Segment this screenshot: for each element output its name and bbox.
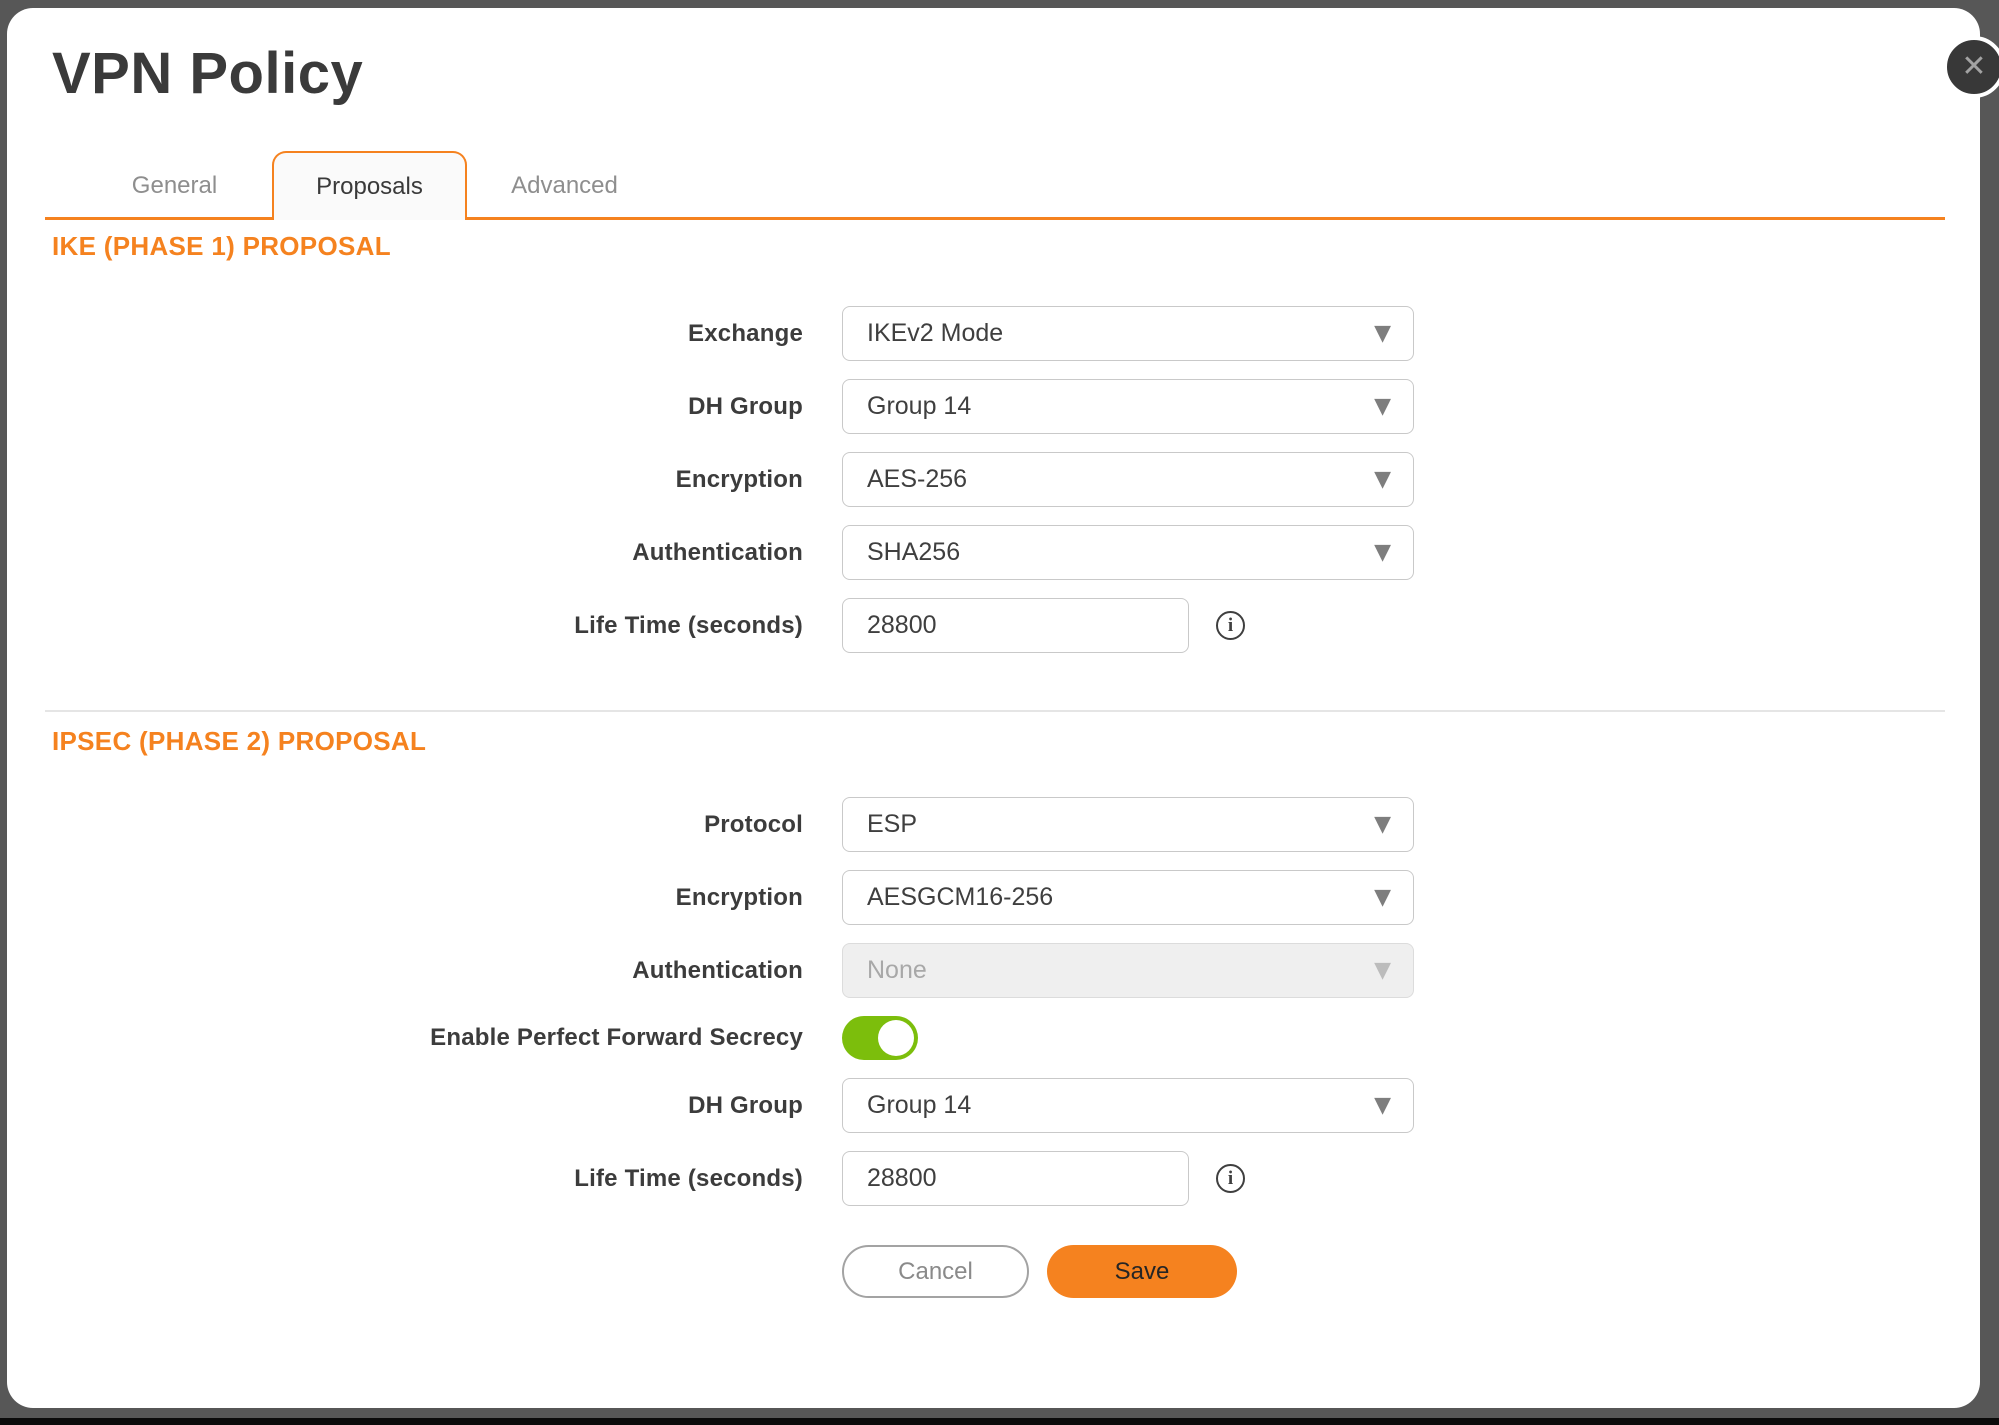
section-heading-ipsec-phase2: IPSEC (PHASE 2) PROPOSAL (45, 728, 1945, 754)
dropdown-value: AESGCM16-256 (867, 883, 1053, 912)
info-icon-glyph: i (1228, 1168, 1233, 1190)
tab-advanced-label: Advanced (511, 172, 618, 200)
encryption-dropdown[interactable]: AES-256 ▼ (842, 452, 1414, 507)
dropdown-value: IKEv2 Mode (867, 319, 1003, 348)
dropdown-value: Group 14 (867, 1091, 971, 1120)
form-row-dh-group-phase2: DH Group Group 14 ▼ (45, 1078, 1945, 1133)
pfs-toggle[interactable] (842, 1016, 918, 1060)
row-label: Life Time (seconds) (45, 612, 803, 640)
tab-advanced[interactable]: Advanced (467, 151, 662, 220)
cancel-button[interactable]: Cancel (842, 1245, 1029, 1298)
form-row-encryption: Encryption AES-256 ▼ (45, 452, 1945, 507)
footer: Cancel Save (842, 1245, 1945, 1298)
dh-group-dropdown[interactable]: Group 14 ▼ (842, 379, 1414, 434)
form-row-life-time-phase2: Life Time (seconds) i (45, 1151, 1945, 1206)
row-label: Life Time (seconds) (45, 1165, 803, 1193)
tab-general[interactable]: General (77, 151, 272, 220)
row-label: Encryption (45, 466, 803, 494)
chevron-down-icon: ▼ (1374, 812, 1391, 837)
dropdown-value: Group 14 (867, 392, 971, 421)
chevron-down-icon: ▼ (1374, 958, 1391, 983)
row-label: Encryption (45, 884, 803, 912)
row-label: DH Group (45, 393, 803, 421)
life-time-input-phase2[interactable] (842, 1151, 1189, 1206)
exchange-dropdown[interactable]: IKEv2 Mode ▼ (842, 306, 1414, 361)
tab-proposals[interactable]: Proposals (272, 151, 467, 220)
close-button[interactable]: ✕ (1943, 36, 1999, 98)
chevron-down-icon: ▼ (1374, 394, 1391, 419)
row-label: DH Group (45, 1092, 803, 1120)
tab-bar: General Proposals Advanced (45, 151, 1945, 220)
page-title: VPN Policy (45, 8, 1945, 106)
form-row-protocol: Protocol ESP ▼ (45, 797, 1945, 852)
dh-group-dropdown-phase2[interactable]: Group 14 ▼ (842, 1078, 1414, 1133)
row-label: Enable Perfect Forward Secrecy (45, 1024, 803, 1052)
chevron-down-icon: ▼ (1374, 1093, 1391, 1118)
chevron-down-icon: ▼ (1374, 885, 1391, 910)
tab-general-label: General (132, 172, 217, 200)
form-row-pfs: Enable Perfect Forward Secrecy (45, 1016, 1945, 1060)
form-row-authentication-phase2: Authentication None ▼ (45, 943, 1945, 998)
section-heading-ike-phase1: IKE (PHASE 1) PROPOSAL (45, 233, 1945, 259)
row-label: Authentication (45, 539, 803, 567)
protocol-dropdown[interactable]: ESP ▼ (842, 797, 1414, 852)
encryption-dropdown-phase2[interactable]: AESGCM16-256 ▼ (842, 870, 1414, 925)
form-row-authentication: Authentication SHA256 ▼ (45, 525, 1945, 580)
section-divider (45, 710, 1945, 712)
chevron-down-icon: ▼ (1374, 321, 1391, 346)
form-row-encryption-phase2: Encryption AESGCM16-256 ▼ (45, 870, 1945, 925)
form-row-dh-group: DH Group Group 14 ▼ (45, 379, 1945, 434)
authentication-dropdown-phase2: None ▼ (842, 943, 1414, 998)
chevron-down-icon: ▼ (1374, 540, 1391, 565)
info-icon-glyph: i (1228, 615, 1233, 637)
info-icon[interactable]: i (1216, 1164, 1245, 1193)
vpn-policy-dialog: ✕ VPN Policy General Proposals Advanced … (7, 8, 1980, 1408)
authentication-dropdown[interactable]: SHA256 ▼ (842, 525, 1414, 580)
form-row-life-time: Life Time (seconds) i (45, 598, 1945, 653)
row-label: Protocol (45, 811, 803, 839)
save-button[interactable]: Save (1047, 1245, 1237, 1298)
tab-proposals-label: Proposals (316, 173, 423, 201)
toggle-knob (878, 1020, 914, 1056)
dropdown-value: SHA256 (867, 538, 960, 567)
life-time-input[interactable] (842, 598, 1189, 653)
dropdown-value: ESP (867, 810, 917, 839)
form-row-exchange: Exchange IKEv2 Mode ▼ (45, 306, 1945, 361)
info-icon[interactable]: i (1216, 611, 1245, 640)
chevron-down-icon: ▼ (1374, 467, 1391, 492)
backdrop-bottom-bar (0, 1418, 1999, 1425)
dropdown-value: AES-256 (867, 465, 967, 494)
close-icon: ✕ (1961, 52, 1986, 82)
row-label: Authentication (45, 957, 803, 985)
row-label: Exchange (45, 320, 803, 348)
dropdown-value: None (867, 956, 927, 985)
